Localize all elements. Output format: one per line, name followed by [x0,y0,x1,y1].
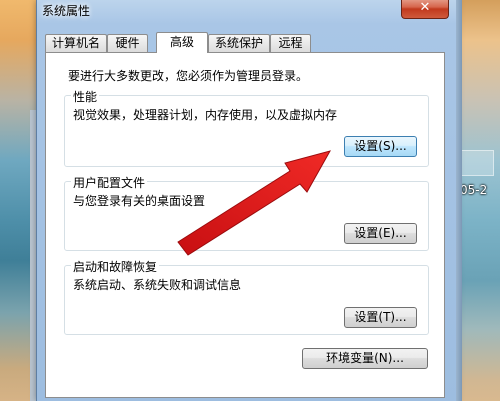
startup-recovery-desc: 系统启动、系统失败和调试信息 [73,278,242,292]
user-profile-group: 用户配置文件 与您登录有关的桌面设置 设置(E)... [64,174,429,251]
performance-group: 性能 视觉效果，处理器计划，内存使用，以及虚拟内存 设置(S)... [64,88,429,167]
environment-variables-button[interactable]: 环境变量(N)... [302,348,428,369]
tab-advanced[interactable]: 高级 [156,32,208,53]
admin-notice: 要进行大多数更改，您必须作为管理员登录。 [68,69,309,83]
title-bar[interactable]: 系统属性 ✕ [37,0,457,22]
tab-remote[interactable]: 远程 [270,34,311,52]
performance-settings-button[interactable]: 设置(S)... [344,136,417,157]
window-right-edge [456,0,462,401]
tab-hardware[interactable]: 硬件 [107,34,148,52]
desktop-file-label: 05-2 [460,183,488,197]
user-profile-desc: 与您登录有关的桌面设置 [73,194,206,208]
close-button[interactable]: ✕ [401,0,449,19]
tab-system-protection[interactable]: 系统保护 [208,34,270,52]
user-profile-settings-button[interactable]: 设置(E)... [344,223,417,244]
system-properties-window: 系统属性 ✕ 计算机名 硬件 高级 系统保护 远程 要进行大多数更改，您必须作为… [36,0,458,401]
window-title: 系统属性 [42,4,91,18]
performance-desc: 视觉效果，处理器计划，内存使用，以及虚拟内存 [73,108,338,122]
advanced-tab-panel: 要进行大多数更改，您必须作为管理员登录。 性能 视觉效果，处理器计划，内存使用，… [45,52,445,398]
tab-computer-name[interactable]: 计算机名 [45,34,107,52]
startup-recovery-title: 启动和故障恢复 [71,258,160,275]
performance-title: 性能 [71,88,100,105]
user-profile-title: 用户配置文件 [71,174,148,191]
desktop-file-icon[interactable] [460,150,494,176]
startup-recovery-settings-button[interactable]: 设置(T)... [344,307,417,328]
startup-recovery-group: 启动和故障恢复 系统启动、系统失败和调试信息 设置(T)... [64,258,429,335]
